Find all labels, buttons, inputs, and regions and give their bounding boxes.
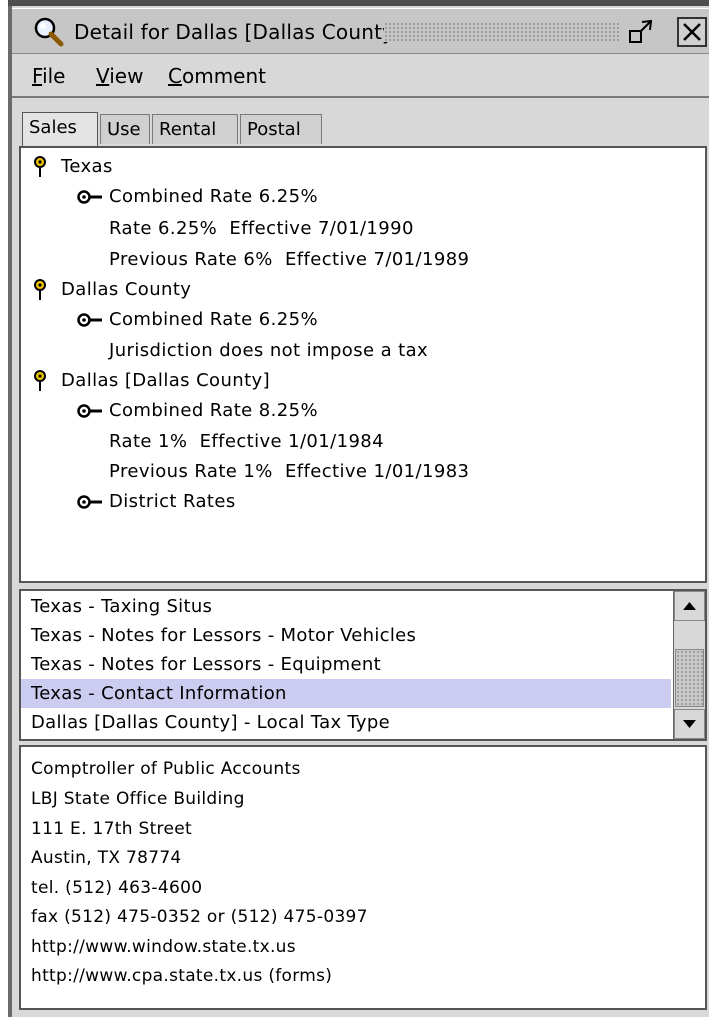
menu-file-mnemonic: F bbox=[32, 64, 43, 88]
tree-node-jurisdiction[interactable]: Dallas County bbox=[61, 279, 191, 300]
detail-line: tel. (512) 463-4600 bbox=[31, 878, 203, 898]
pin-icon bbox=[34, 370, 46, 391]
title-drag-grip[interactable] bbox=[384, 22, 620, 42]
menu-view-mnemonic: V bbox=[96, 64, 110, 88]
tree-leaf-rate: Rate 1% Effective 1/01/1984 bbox=[109, 431, 385, 452]
key-icon bbox=[77, 404, 102, 418]
tree-leaf-previous-rate: Previous Rate 1% Effective 1/01/1983 bbox=[109, 461, 470, 482]
tree-node-jurisdiction[interactable]: Texas bbox=[61, 156, 113, 177]
restore-icon[interactable] bbox=[626, 17, 656, 47]
rate-tree[interactable]: Texas Combined Rate 6.25% Rate 6.25% Eff… bbox=[19, 146, 707, 583]
tree-leaf-previous-rate: Previous Rate 6% Effective 7/01/1989 bbox=[109, 249, 470, 270]
list-item[interactable]: Dallas [Dallas County] - Local Tax Type bbox=[21, 708, 671, 737]
key-icon bbox=[77, 495, 102, 509]
tab-postal[interactable]: Postal bbox=[240, 114, 322, 144]
menu-comment-label: omment bbox=[181, 64, 266, 88]
list-item[interactable]: Texas - Taxing Situs bbox=[21, 592, 671, 621]
menu-view[interactable]: View bbox=[96, 64, 143, 88]
note-detail[interactable]: Comptroller of Public Accounts LBJ State… bbox=[19, 745, 707, 1010]
menu-file[interactable]: File bbox=[32, 64, 65, 88]
tree-leaf-note: Jurisdiction does not impose a tax bbox=[109, 340, 429, 361]
scroll-up-button[interactable] bbox=[674, 591, 705, 621]
pin-icon bbox=[34, 156, 46, 177]
tab-strip: Sales Use Rental Postal bbox=[12, 100, 709, 146]
detail-link[interactable]: http://www.cpa.state.tx.us (forms) bbox=[31, 966, 332, 986]
scroll-thumb[interactable] bbox=[675, 649, 704, 707]
tree-node-district-rates[interactable]: District Rates bbox=[109, 491, 236, 512]
detail-link[interactable]: http://www.window.state.tx.us bbox=[31, 937, 296, 957]
detail-line: fax (512) 475-0352 or (512) 475-0397 bbox=[31, 907, 368, 927]
detail-line: Comptroller of Public Accounts bbox=[31, 759, 301, 779]
title-bar[interactable]: Detail for Dallas [Dallas County] bbox=[12, 8, 709, 54]
menu-file-label: ile bbox=[42, 64, 66, 88]
menu-comment[interactable]: Comment bbox=[168, 64, 266, 88]
arrow-up-icon bbox=[683, 602, 696, 610]
arrow-down-icon bbox=[683, 720, 696, 728]
tree-node-combined-rate[interactable]: Combined Rate 8.25% bbox=[109, 400, 318, 421]
menu-view-label: iew bbox=[109, 64, 144, 88]
detail-line: Austin, TX 78774 bbox=[31, 848, 182, 868]
list-item[interactable]: Texas - Notes for Lessors - Motor Vehicl… bbox=[21, 621, 671, 650]
tree-node-combined-rate[interactable]: Combined Rate 6.25% bbox=[109, 186, 318, 207]
tree-leaf-rate: Rate 6.25% Effective 7/01/1990 bbox=[109, 218, 414, 239]
notes-list[interactable]: Texas - Taxing Situs Texas - Notes for L… bbox=[19, 589, 707, 741]
scroll-down-button[interactable] bbox=[674, 709, 705, 739]
menu-comment-mnemonic: C bbox=[168, 64, 182, 88]
window-title: Detail for Dallas [Dallas County] bbox=[74, 20, 403, 44]
pin-icon bbox=[34, 279, 46, 300]
key-icon bbox=[77, 313, 102, 327]
window-top-border bbox=[8, 0, 709, 6]
key-icon bbox=[77, 190, 102, 204]
magnifier-icon bbox=[34, 17, 64, 47]
tab-rental[interactable]: Rental bbox=[152, 114, 238, 144]
tab-use[interactable]: Use bbox=[100, 114, 150, 144]
tree-node-combined-rate[interactable]: Combined Rate 6.25% bbox=[109, 309, 318, 330]
tree-node-jurisdiction[interactable]: Dallas [Dallas County] bbox=[61, 370, 270, 391]
list-scrollbar[interactable] bbox=[673, 591, 705, 739]
list-item-selected[interactable]: Texas - Contact Information bbox=[21, 679, 671, 708]
close-icon[interactable] bbox=[677, 17, 707, 47]
list-item[interactable]: Texas - Notes for Lessors - Equipment bbox=[21, 650, 671, 679]
tab-sales[interactable]: Sales bbox=[22, 112, 98, 146]
detail-line: 111 E. 17th Street bbox=[31, 819, 192, 839]
menu-bar: File View Comment bbox=[12, 56, 709, 98]
detail-line: LBJ State Office Building bbox=[31, 789, 245, 809]
